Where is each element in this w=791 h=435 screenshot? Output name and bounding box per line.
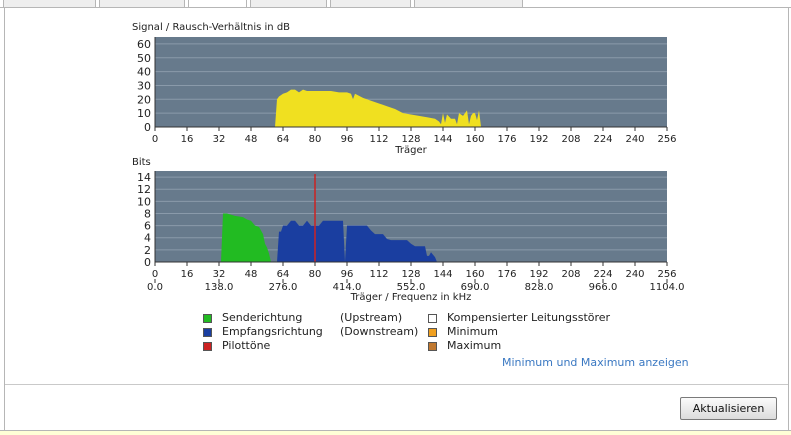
legend-swatch: [428, 314, 437, 323]
freq-tick-label: 828.0: [525, 282, 554, 293]
y-tick-label: 6: [144, 220, 151, 233]
freq-tick-label: 966.0: [589, 282, 618, 293]
y-tick-label: 0: [144, 256, 151, 269]
freq-tick-label: 0.0: [147, 282, 163, 293]
legend-label: Maximum: [447, 339, 502, 352]
freq-tick-label: 1104.0: [650, 282, 685, 293]
legend-label: Kompensierter Leitungsstörer: [447, 311, 611, 324]
x-tick-label: 256: [657, 269, 676, 280]
x-tick-label: 0: [152, 269, 158, 280]
x-axis-label: Träger / Frequenz in kHz: [350, 292, 472, 303]
legend-swatch: [203, 328, 212, 337]
legend-label: Minimum: [447, 325, 498, 338]
y-tick-label: 8: [144, 207, 151, 220]
x-tick-label: 32: [213, 269, 226, 280]
x-tick-label: 64: [277, 269, 290, 280]
x-tick-label: 96: [341, 269, 354, 280]
show-minmax-link[interactable]: Minimum und Maximum anzeigen: [502, 356, 689, 369]
legend-swatch: [428, 342, 437, 351]
y-tick-label: 10: [137, 195, 151, 208]
legend-label: Senderichtung: [222, 311, 303, 324]
legend-swatch: [428, 328, 437, 337]
refresh-button[interactable]: Aktualisieren: [680, 397, 777, 420]
legend-label: Empfangsrichtung: [222, 325, 323, 338]
x-tick-label: 144: [433, 269, 452, 280]
y-tick-label: 4: [144, 232, 151, 245]
x-tick-label: 224: [593, 269, 612, 280]
x-tick-label: 208: [561, 269, 580, 280]
bottom-bar: [0, 430, 791, 435]
divider: [5, 384, 788, 385]
x-tick-label: 176: [497, 269, 516, 280]
x-tick-label: 16: [181, 269, 194, 280]
x-tick-label: 128: [401, 269, 420, 280]
x-tick-label: 48: [245, 269, 258, 280]
legend-swatch: [203, 314, 212, 323]
y-tick-label: 12: [137, 183, 151, 196]
legend-note: (Downstream): [340, 325, 419, 338]
legend-note: (Upstream): [340, 311, 403, 324]
x-tick-label: 80: [309, 269, 322, 280]
legend-swatch: [203, 342, 212, 351]
x-tick-label: 192: [529, 269, 548, 280]
x-tick-label: 112: [369, 269, 388, 280]
freq-tick-label: 276.0: [269, 282, 298, 293]
legend-label: Pilottöne: [222, 339, 271, 352]
y-tick-label: 14: [137, 171, 151, 184]
x-tick-label: 160: [465, 269, 484, 280]
freq-tick-label: 138.0: [205, 282, 234, 293]
bits-chart: 024681012140 16 32 48 64 80 96 112 128 144 160 176 1…: [137, 171, 685, 303]
y-tick-label: 2: [144, 244, 151, 257]
x-tick-label: 240: [625, 269, 644, 280]
